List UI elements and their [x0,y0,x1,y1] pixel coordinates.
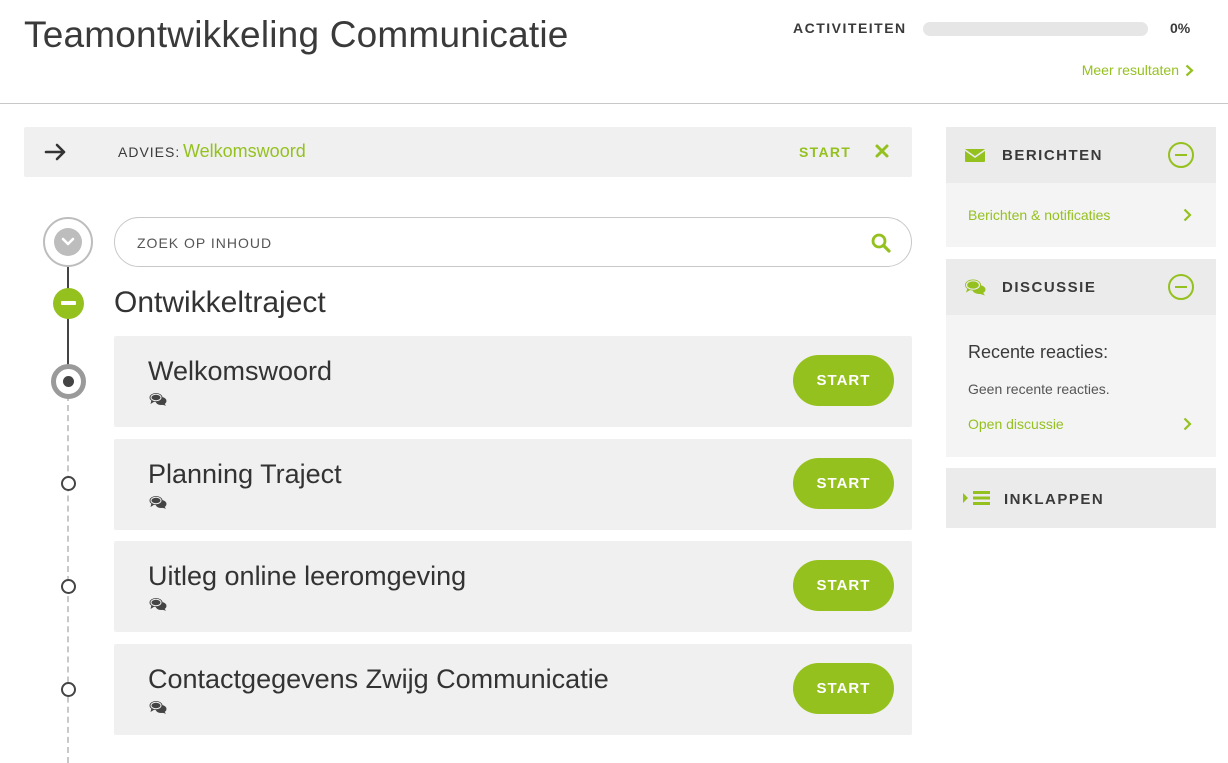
module-card: Uitleg online leeromgeving START [114,541,912,632]
open-discussion-link[interactable]: Open discussie [968,416,1064,432]
module-start-button[interactable]: START [793,663,894,714]
envelope-icon [964,149,986,162]
activities-label: ACTIVITEITEN [793,20,907,36]
comments-icon [965,279,986,296]
timeline-node [61,682,76,697]
messages-collapse-toggle[interactable] [1168,142,1194,168]
module-title: Contactgegevens Zwijg Communicatie [148,664,609,694]
discussion-collapse-toggle[interactable] [1168,274,1194,300]
arrow-right-icon [44,143,66,161]
advice-link[interactable]: Welkomswoord [183,141,306,162]
search-input[interactable] [137,232,837,254]
more-results-label: Meer resultaten [1081,62,1179,78]
module-start-button[interactable]: START [793,355,894,406]
more-results-link[interactable]: Meer resultaten [1082,62,1194,78]
messages-panel-header: BERICHTEN [946,127,1216,183]
chevron-right-icon[interactable] [1183,417,1192,431]
search-bar [114,217,912,267]
timeline-node [61,579,76,594]
messages-notifications-link[interactable]: Berichten & notificaties [968,207,1110,223]
module-start-button[interactable]: START [793,458,894,509]
messages-panel-title: BERICHTEN [1002,147,1104,164]
comments-icon [149,598,167,611]
section-collapse-icon[interactable] [53,288,84,319]
module-title: Welkomswoord [148,356,333,386]
page-header: Teamontwikkeling Communicatie ACTIVITEIT… [0,0,1228,104]
section-title: Ontwikkeltraject [114,286,326,319]
activities-progress-bar [923,22,1148,36]
messages-panel: BERICHTEN Berichten & notificaties [946,127,1216,247]
discussion-panel-header: DISCUSSIE [946,259,1216,315]
collapse-sidebar-label: INKLAPPEN [1004,491,1105,508]
no-reactions-text: Geen recente reacties. [968,381,1110,397]
module-start-button[interactable]: START [793,560,894,611]
close-icon[interactable] [874,143,890,159]
discussion-panel: DISCUSSIE Recente reacties: Geen recente… [946,259,1216,457]
page-title: Teamontwikkeling Communicatie [24,14,569,55]
module-title: Uitleg online leeromgeving [148,561,467,591]
timeline-expand-button[interactable] [43,217,93,267]
comments-icon [149,393,167,406]
advice-start-button[interactable]: START [799,144,851,160]
advice-label: ADVIES: [118,144,181,160]
module-title: Planning Traject [148,459,342,489]
comments-icon [149,701,167,714]
collapse-menu-icon [963,491,990,505]
advice-bar: ADVIES: Welkomswoord START [24,127,912,177]
module-card: Welkomswoord START [114,336,912,427]
recent-reactions-heading: Recente reacties: [968,342,1109,362]
chevron-right-icon [1185,64,1194,76]
discussion-panel-title: DISCUSSIE [1002,279,1097,296]
module-card: Planning Traject START [114,439,912,530]
timeline-node [61,476,76,491]
chevron-down-icon [54,228,82,256]
collapse-sidebar-button[interactable]: INKLAPPEN [946,468,1216,528]
search-icon[interactable] [870,232,892,254]
timeline-node-current [51,364,86,399]
comments-icon [149,496,167,509]
chevron-right-icon[interactable] [1183,208,1192,222]
activities-progress-percent: 0% [1170,20,1191,36]
module-card: Contactgegevens Zwijg Communicatie START [114,644,912,735]
